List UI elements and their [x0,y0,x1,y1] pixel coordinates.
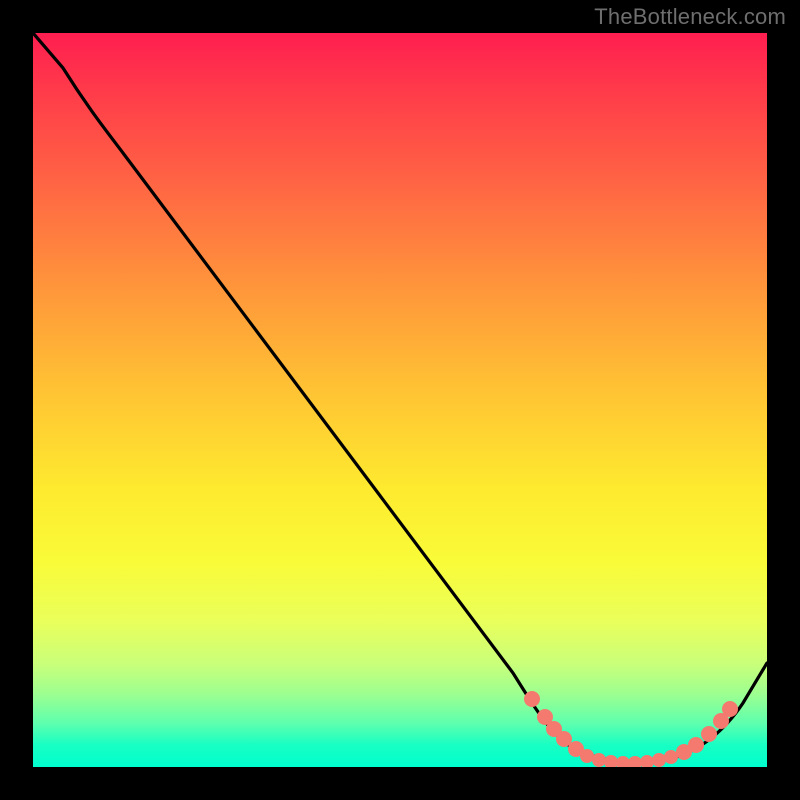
dot-cluster [524,691,738,767]
chart-frame: TheBottleneck.com [0,0,800,800]
curve-line [33,33,767,762]
bottleneck-curve [33,33,767,767]
watermark-text: TheBottleneck.com [594,4,786,30]
plot-area [33,33,767,767]
